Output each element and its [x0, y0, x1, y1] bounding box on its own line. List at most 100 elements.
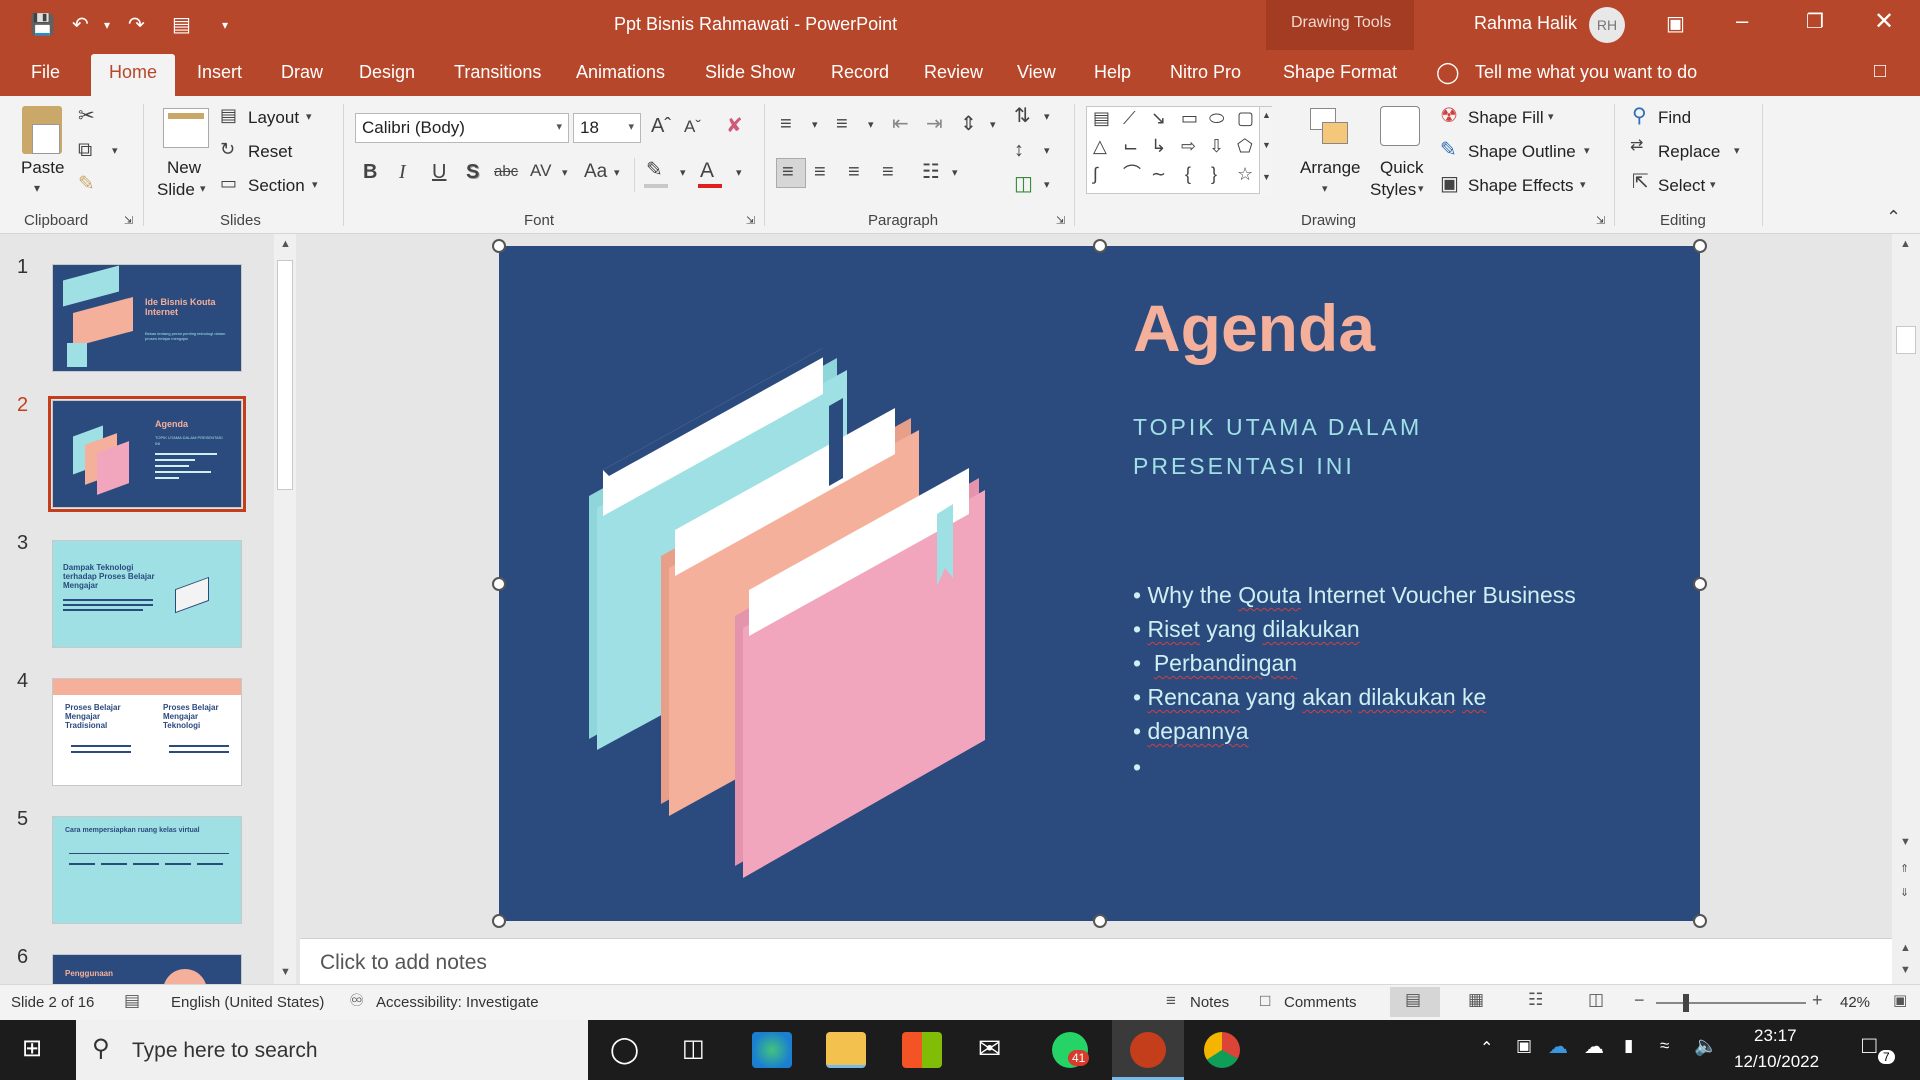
- quick-styles-label-1[interactable]: Quick: [1380, 158, 1423, 178]
- elbow-arrow-shape-icon[interactable]: ↳: [1151, 137, 1166, 155]
- shapes-gallery-scroll[interactable]: ▲ ▼ ▼: [1259, 107, 1272, 194]
- bullets-icon[interactable]: ≡: [780, 114, 792, 134]
- comments-panel-icon[interactable]: □: [1874, 60, 1886, 83]
- new-slide-dropdown-icon[interactable]: ▾: [200, 184, 206, 195]
- gallery-up-icon[interactable]: ▲: [1262, 111, 1271, 120]
- justify-icon[interactable]: ≡: [882, 162, 894, 182]
- minimize-icon[interactable]: –: [1736, 8, 1748, 34]
- slide-thumbnail-6[interactable]: Penggunaan: [52, 954, 242, 984]
- file-explorer-icon[interactable]: [826, 1032, 866, 1068]
- resize-handle-bottom-right[interactable]: [1693, 914, 1707, 928]
- onedrive-personal-icon[interactable]: ☁: [1584, 1034, 1604, 1059]
- customize-qat-icon[interactable]: ▾: [222, 18, 228, 32]
- mail-icon[interactable]: ✉: [978, 1032, 1001, 1065]
- section-icon[interactable]: ▭: [220, 174, 237, 192]
- bullet-item[interactable]: • Why the Qouta Internet Voucher Busines…: [1133, 582, 1576, 609]
- scribble-shape-icon[interactable]: ∫: [1093, 165, 1098, 183]
- slide-thumbnail-3[interactable]: Dampak Teknologi terhadap Proses Belajar…: [52, 540, 242, 648]
- ribbon-display-options-icon[interactable]: ▣: [1666, 11, 1685, 36]
- decrease-indent-icon[interactable]: ⇤: [892, 114, 909, 134]
- oval-shape-icon[interactable]: ⬭: [1209, 109, 1224, 127]
- resize-handle-left[interactable]: [492, 577, 506, 591]
- shape-outline-dropdown-icon[interactable]: ▾: [1584, 146, 1590, 157]
- align-right-icon[interactable]: ≡: [848, 162, 860, 182]
- tab-animations[interactable]: Animations: [576, 62, 665, 83]
- font-launcher-icon[interactable]: ⇲: [746, 216, 755, 227]
- tab-review[interactable]: Review: [924, 62, 983, 83]
- select-dropdown-icon[interactable]: ▾: [1710, 180, 1716, 191]
- collapse-ribbon-icon[interactable]: ⌃: [1886, 208, 1901, 226]
- text-shadow-button[interactable]: S: [466, 162, 479, 182]
- columns-dropdown-icon[interactable]: ▾: [952, 168, 958, 179]
- change-case-button[interactable]: Aa: [584, 162, 607, 181]
- select-button[interactable]: Select: [1658, 176, 1705, 196]
- bullet-item[interactable]: • Perbandingan: [1133, 650, 1297, 677]
- edge-icon[interactable]: [752, 1032, 792, 1068]
- normal-view-button[interactable]: ▤: [1390, 987, 1440, 1017]
- chrome-icon[interactable]: [1204, 1032, 1240, 1068]
- copy-dropdown-icon[interactable]: ▾: [112, 146, 118, 157]
- align-center-icon[interactable]: ≡: [814, 162, 826, 182]
- layout-button[interactable]: Layout: [248, 108, 299, 128]
- highlight-dropdown-icon[interactable]: ▾: [680, 168, 686, 179]
- wifi-icon[interactable]: ≈: [1660, 1036, 1669, 1056]
- freeform-shape-icon[interactable]: ⬠: [1237, 137, 1253, 155]
- curve-shape-icon[interactable]: ∼: [1151, 165, 1166, 183]
- meet-now-icon[interactable]: ▣: [1516, 1036, 1532, 1056]
- arrange-dropdown-icon[interactable]: ▾: [1322, 184, 1328, 195]
- notes-toggle[interactable]: Notes: [1190, 994, 1229, 1011]
- section-button[interactable]: Section: [248, 176, 305, 196]
- slide-sorter-icon[interactable]: ▦: [1468, 990, 1484, 1010]
- replace-dropdown-icon[interactable]: ▾: [1734, 146, 1740, 157]
- tab-home[interactable]: Home: [91, 54, 176, 96]
- shape-outline-button[interactable]: Shape Outline: [1468, 142, 1576, 162]
- tell-me-search[interactable]: Tell me what you want to do: [1475, 62, 1697, 83]
- comments-toggle[interactable]: Comments: [1284, 994, 1357, 1011]
- bullet-item[interactable]: • Riset yang dilakukan: [1133, 616, 1360, 643]
- replace-icon[interactable]: ⇄: [1630, 138, 1643, 154]
- fit-slide-icon[interactable]: ▣: [1893, 991, 1907, 1009]
- tab-draw[interactable]: Draw: [281, 62, 323, 83]
- triangle-shape-icon[interactable]: △: [1093, 137, 1107, 155]
- numbering-icon[interactable]: ≡: [836, 114, 848, 134]
- shape-outline-icon[interactable]: ✎: [1440, 140, 1457, 160]
- smartart-dropdown-icon[interactable]: ▾: [1044, 180, 1050, 191]
- accessibility-status[interactable]: Accessibility: Investigate: [376, 994, 539, 1011]
- smartart-icon[interactable]: ◫: [1014, 174, 1033, 194]
- comments-icon[interactable]: □: [1260, 991, 1270, 1011]
- reset-button[interactable]: Reset: [248, 142, 292, 162]
- section-dropdown-icon[interactable]: ▾: [312, 180, 318, 191]
- line-spacing-dropdown-icon[interactable]: ▾: [990, 120, 996, 131]
- show-hidden-icons-icon[interactable]: ⌃: [1480, 1038, 1493, 1058]
- shape-effects-dropdown-icon[interactable]: ▾: [1580, 180, 1586, 191]
- task-view-icon[interactable]: ◫: [682, 1034, 705, 1063]
- spelling-check-icon[interactable]: ▤: [124, 991, 140, 1011]
- close-icon[interactable]: ✕: [1874, 7, 1894, 36]
- increase-font-size-icon[interactable]: Aˆ: [651, 116, 671, 136]
- columns-icon[interactable]: ☷: [922, 162, 940, 182]
- slide-thumbnail-5[interactable]: Cara mempersiapkan ruang kelas virtual: [52, 816, 242, 924]
- shape-fill-dropdown-icon[interactable]: ▾: [1548, 112, 1554, 123]
- shape-effects-button[interactable]: Shape Effects: [1468, 176, 1574, 196]
- thumbnail-scroll-thumb[interactable]: [277, 260, 293, 490]
- slide-counter[interactable]: Slide 2 of 16: [11, 994, 94, 1011]
- slide-scrollbar[interactable]: ▲ ▼ ⇑ ⇓ ▲ ▼: [1892, 234, 1920, 984]
- volume-icon[interactable]: 🔈: [1694, 1034, 1718, 1058]
- right-brace-shape-icon[interactable]: }: [1211, 165, 1217, 183]
- slide-thumbnail-2-selected[interactable]: Agenda TOPIK UTAMA DALAM PRESENTASI INI: [48, 396, 246, 512]
- resize-handle-top-left[interactable]: [492, 239, 506, 253]
- slide-scroll-thumb[interactable]: [1896, 326, 1916, 354]
- clear-formatting-icon[interactable]: ✘: [726, 116, 743, 136]
- notes-scroll-up-icon[interactable]: ▲: [1900, 942, 1911, 954]
- notes-scroll-down-icon[interactable]: ▼: [1900, 964, 1911, 976]
- left-brace-shape-icon[interactable]: {: [1185, 165, 1191, 183]
- paste-icon[interactable]: [22, 106, 62, 154]
- align-left-button[interactable]: ≡: [776, 158, 806, 188]
- cortana-icon[interactable]: ◯: [610, 1034, 639, 1065]
- avatar[interactable]: RH: [1589, 7, 1625, 43]
- italic-button[interactable]: I: [399, 162, 406, 182]
- notes-icon[interactable]: ≡: [1166, 991, 1176, 1011]
- battery-icon[interactable]: ▮: [1624, 1036, 1633, 1056]
- windows-start-icon[interactable]: ⊞: [22, 1034, 42, 1063]
- microsoft-store-icon[interactable]: [902, 1032, 942, 1068]
